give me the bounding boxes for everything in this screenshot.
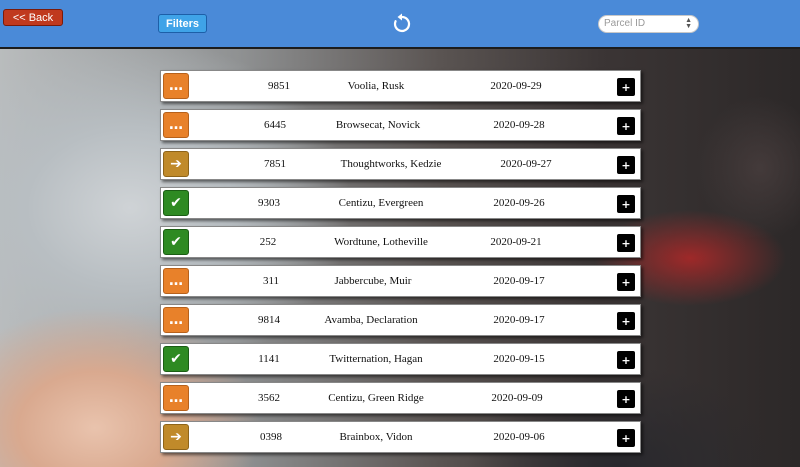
parcel-name: Centizu, Evergreen (338, 197, 424, 209)
parcel-id: 9814 (258, 314, 280, 326)
parcel-row[interactable]: … 9851 Voolia, Rusk 2020-09-29 + (160, 70, 641, 102)
parcel-id: 0398 (260, 431, 282, 443)
arrow-right-icon[interactable]: ➔ (163, 424, 189, 450)
parcel-row[interactable]: … 9814 Avamba, Declaration 2020-09-17 + (160, 304, 641, 336)
parcel-date: 2020-09-06 (493, 431, 545, 443)
expand-plus-button[interactable]: + (617, 273, 635, 291)
expand-plus-button[interactable]: + (617, 351, 635, 369)
expand-plus-button[interactable]: + (617, 390, 635, 408)
parcel-date: 2020-09-29 (490, 80, 542, 92)
parcel-date: 2020-09-27 (500, 158, 552, 170)
parcel-date: 2020-09-15 (493, 353, 545, 365)
parcel-row[interactable]: … 3562 Centizu, Green Ridge 2020-09-09 + (160, 382, 641, 414)
parcel-id: 1141 (258, 353, 280, 365)
parcel-id: 9303 (258, 197, 280, 209)
expand-plus-button[interactable]: + (617, 234, 635, 252)
parcel-row[interactable]: ➔ 0398 Brainbox, Vidon 2020-09-06 + (160, 421, 641, 453)
parcel-date: 2020-09-21 (490, 236, 542, 248)
parcel-row[interactable]: … 6445 Browsecat, Novick 2020-09-28 + (160, 109, 641, 141)
expand-plus-button[interactable]: + (617, 195, 635, 213)
parcel-id-placeholder: Parcel ID (604, 18, 646, 29)
parcel-id: 9851 (268, 80, 290, 92)
parcel-name: Centizu, Green Ridge (328, 392, 424, 404)
parcel-name: Browsecat, Novick (335, 119, 421, 131)
expand-plus-button[interactable]: + (617, 117, 635, 135)
parcel-date: 2020-09-17 (493, 275, 545, 287)
parcel-date: 2020-09-28 (493, 119, 545, 131)
parcel-name: Avamba, Declaration (324, 314, 418, 326)
parcel-id: 3562 (258, 392, 280, 404)
ellipsis-icon[interactable]: … (163, 268, 189, 294)
parcel-name: Twitternation, Hagan (329, 353, 423, 365)
parcel-name: Voolia, Rusk (347, 80, 405, 92)
expand-plus-button[interactable]: + (617, 156, 635, 174)
back-button[interactable]: << Back (3, 9, 63, 26)
ellipsis-icon[interactable]: … (163, 385, 189, 411)
parcel-name: Jabbercube, Muir (334, 275, 412, 287)
expand-plus-button[interactable]: + (617, 78, 635, 96)
parcel-row[interactable]: ✔ 1141 Twitternation, Hagan 2020-09-15 + (160, 343, 641, 375)
parcel-id-select[interactable]: Parcel ID ▲ ▼ (598, 15, 699, 33)
select-arrows-icon: ▲ ▼ (685, 17, 692, 30)
expand-plus-button[interactable]: + (617, 429, 635, 447)
expand-plus-button[interactable]: + (617, 312, 635, 330)
parcel-row[interactable]: ✔ 9303 Centizu, Evergreen 2020-09-26 + (160, 187, 641, 219)
checkmark-icon[interactable]: ✔ (163, 229, 189, 255)
arrow-right-icon[interactable]: ➔ (163, 151, 189, 177)
ellipsis-icon[interactable]: … (163, 112, 189, 138)
parcel-id: 252 (259, 236, 277, 248)
checkmark-icon[interactable]: ✔ (163, 190, 189, 216)
ellipsis-icon[interactable]: … (163, 73, 189, 99)
parcel-row[interactable]: ✔ 252 Wordtune, Lotheville 2020-09-21 + (160, 226, 641, 258)
filters-button[interactable]: Filters (158, 14, 207, 33)
checkmark-icon[interactable]: ✔ (163, 346, 189, 372)
parcel-name: Brainbox, Vidon (339, 431, 413, 443)
parcel-id: 311 (262, 275, 280, 287)
parcel-row[interactable]: ➔ 7851 Thoughtworks, Kedzie 2020-09-27 + (160, 148, 641, 180)
parcel-id: 7851 (264, 158, 286, 170)
refresh-icon[interactable] (390, 12, 414, 36)
parcel-name: Wordtune, Lotheville (334, 236, 428, 248)
parcel-date: 2020-09-17 (493, 314, 545, 326)
parcel-row[interactable]: … 311 Jabbercube, Muir 2020-09-17 + (160, 265, 641, 297)
ellipsis-icon[interactable]: … (163, 307, 189, 333)
parcel-date: 2020-09-09 (491, 392, 543, 404)
parcel-name: Thoughtworks, Kedzie (340, 158, 442, 170)
parcel-date: 2020-09-26 (493, 197, 545, 209)
top-bar: << Back Filters Parcel ID ▲ ▼ (0, 0, 800, 49)
parcel-id: 6445 (264, 119, 286, 131)
